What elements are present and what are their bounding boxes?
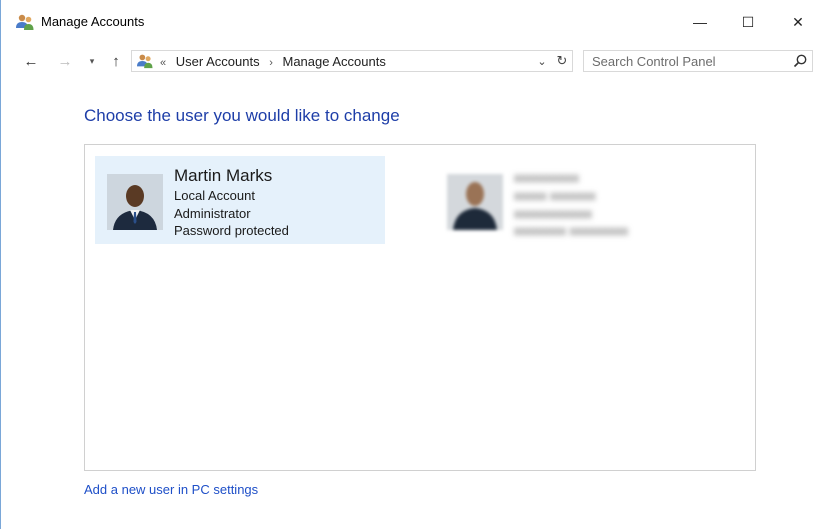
breadcrumb-user-accounts[interactable]: User Accounts: [176, 54, 260, 69]
account-tile-martin-marks[interactable]: Martin Marks Local Account Administrator…: [95, 156, 385, 244]
forward-button[interactable]: →: [53, 50, 77, 72]
account-tile-blurred[interactable]: xxxxxxxxxx xxxxx xxxxxxx xxxxxxxxxxxx xx…: [435, 156, 725, 244]
chevron-down-icon[interactable]: ⌄: [532, 51, 552, 71]
users-icon: [15, 13, 35, 31]
breadcrumb-manage-accounts[interactable]: Manage Accounts: [283, 54, 386, 69]
add-new-user-link[interactable]: Add a new user in PC settings: [84, 482, 258, 497]
title-bar: Manage Accounts — ☐ ✕: [1, 0, 820, 44]
minimize-button[interactable]: —: [677, 0, 723, 44]
navigation-bar: ← → ▾ ↑ « User Accounts › Manage Account…: [1, 44, 820, 78]
account-role: Administrator: [174, 206, 251, 221]
up-button[interactable]: ↑: [105, 50, 127, 72]
breadcrumb: « User Accounts › Manage Accounts: [160, 54, 392, 69]
close-button[interactable]: ✕: [775, 0, 820, 44]
page-title: Choose the user you would like to change: [84, 106, 400, 125]
account-status: Password protected: [174, 223, 289, 238]
search-input[interactable]: [584, 51, 784, 71]
breadcrumb-overflow[interactable]: «: [160, 57, 166, 69]
chevron-right-icon[interactable]: ›: [269, 57, 273, 69]
avatar: [107, 174, 163, 230]
users-icon: [136, 53, 154, 69]
account-name: xxxxxxxxxx: [514, 170, 579, 185]
avatar: [447, 174, 503, 230]
search-box[interactable]: [583, 50, 813, 72]
account-name: Martin Marks: [174, 166, 273, 185]
maximize-button[interactable]: ☐: [725, 0, 771, 44]
search-icon[interactable]: [792, 53, 808, 69]
window-title: Manage Accounts: [41, 14, 145, 29]
address-bar[interactable]: « User Accounts › Manage Accounts ⌄ ↻: [131, 50, 573, 72]
account-role: xxxxxxxxxxxx: [514, 206, 592, 221]
manage-accounts-window: Manage Accounts — ☐ ✕ ← → ▾ ↑ « User Acc…: [0, 0, 820, 529]
back-button[interactable]: ←: [19, 50, 43, 72]
account-type: Local Account: [174, 188, 255, 203]
recent-locations-button[interactable]: ▾: [85, 50, 99, 72]
refresh-icon[interactable]: ↻: [552, 51, 572, 71]
accounts-list: Martin Marks Local Account Administrator…: [84, 144, 756, 471]
account-status: xxxxxxxx xxxxxxxxx: [514, 223, 629, 238]
account-type: xxxxx xxxxxxx: [514, 188, 596, 203]
